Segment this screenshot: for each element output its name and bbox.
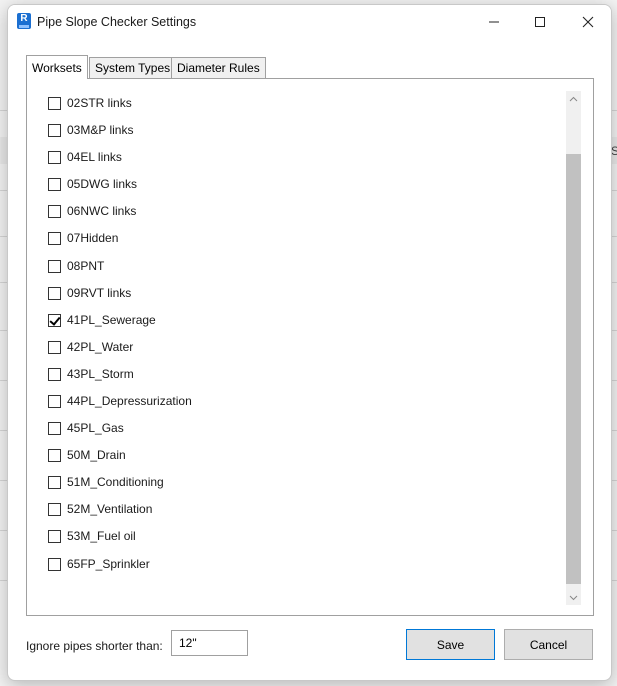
- close-button[interactable]: [565, 5, 611, 39]
- workset-item[interactable]: 43PL_Storm: [48, 364, 134, 384]
- maximize-icon: [535, 17, 545, 27]
- workset-item[interactable]: 05DWG links: [48, 174, 137, 194]
- chevron-down-icon: [569, 595, 578, 600]
- chevron-up-icon: [569, 96, 578, 101]
- ignore-pipes-label: Ignore pipes shorter than:: [26, 639, 163, 653]
- app-icon-letter: R: [20, 13, 28, 24]
- workset-item[interactable]: 07Hidden: [48, 228, 118, 248]
- save-button[interactable]: Save: [406, 629, 495, 660]
- workset-checkbox[interactable]: [48, 150, 61, 164]
- worksets-panel: 02STR links 03M&P links 04EL links 05DWG…: [26, 78, 594, 616]
- workset-item[interactable]: 50M_Drain: [48, 445, 126, 465]
- workset-item[interactable]: 04EL links: [48, 147, 122, 167]
- workset-item[interactable]: 45PL_Gas: [48, 418, 124, 438]
- workset-item[interactable]: 41PL_Sewerage: [48, 310, 156, 330]
- workset-item[interactable]: 03M&P links: [48, 120, 133, 140]
- workset-checkbox[interactable]: [48, 367, 61, 381]
- workset-item[interactable]: 06NWC links: [48, 201, 136, 221]
- workset-checkbox[interactable]: [48, 204, 61, 218]
- workset-item[interactable]: 09RVT links: [48, 283, 131, 303]
- workset-label: 50M_Drain: [67, 448, 126, 462]
- workset-checkbox[interactable]: [48, 286, 61, 300]
- maximize-button[interactable]: [517, 5, 563, 39]
- cancel-button[interactable]: Cancel: [504, 629, 593, 660]
- workset-label: 44PL_Depressurization: [67, 394, 192, 408]
- workset-checkbox[interactable]: [48, 448, 61, 462]
- workset-checkbox[interactable]: [48, 259, 61, 273]
- workset-item[interactable]: 42PL_Water: [48, 337, 133, 357]
- workset-label: 09RVT links: [67, 286, 132, 300]
- workset-label: 43PL_Storm: [67, 367, 134, 381]
- minimize-icon: [489, 21, 499, 23]
- workset-checkbox[interactable]: [48, 313, 61, 327]
- revit-app-icon: R: [17, 13, 31, 29]
- workset-item[interactable]: 53M_Fuel oil: [48, 526, 136, 546]
- vertical-scrollbar[interactable]: [566, 91, 581, 605]
- tab-diameter-rules[interactable]: Diameter Rules: [171, 57, 266, 78]
- workset-label: 07Hidden: [67, 231, 119, 245]
- workset-label: 42PL_Water: [67, 340, 134, 354]
- workset-label: 03M&P links: [67, 123, 134, 137]
- workset-checkbox[interactable]: [48, 123, 61, 137]
- workset-checkbox[interactable]: [48, 340, 61, 354]
- workset-label: 08PNT: [67, 259, 105, 273]
- workset-label: 51M_Conditioning: [67, 475, 164, 489]
- scroll-up-button[interactable]: [566, 91, 581, 106]
- min-pipe-length-input[interactable]: [171, 630, 248, 656]
- workset-checkbox[interactable]: [48, 475, 61, 489]
- workset-item[interactable]: 08PNT: [48, 256, 104, 276]
- scroll-thumb[interactable]: [566, 154, 581, 584]
- workset-checkbox[interactable]: [48, 394, 61, 408]
- workset-label: 41PL_Sewerage: [67, 313, 156, 327]
- title-bar[interactable]: R Pipe Slope Checker Settings: [8, 5, 611, 39]
- workset-checkbox[interactable]: [48, 421, 61, 435]
- workset-label: 05DWG links: [67, 177, 138, 191]
- window-title: Pipe Slope Checker Settings: [37, 15, 197, 29]
- workset-item[interactable]: 52M_Ventilation: [48, 499, 152, 519]
- close-icon: [582, 16, 594, 28]
- workset-item[interactable]: 65FP_Sprinkler: [48, 554, 150, 574]
- workset-label: 65FP_Sprinkler: [67, 557, 150, 571]
- tab-system-types[interactable]: System Types: [89, 57, 177, 78]
- workset-checkbox[interactable]: [48, 529, 61, 543]
- app-icon-underline: [19, 25, 29, 28]
- workset-label: 04EL links: [67, 150, 122, 164]
- minimize-button[interactable]: [471, 5, 517, 39]
- workset-label: 45PL_Gas: [67, 421, 124, 435]
- workset-checkbox[interactable]: [48, 96, 61, 110]
- workset-checkbox[interactable]: [48, 557, 61, 571]
- workset-checkbox[interactable]: [48, 177, 61, 191]
- workset-label: 06NWC links: [67, 204, 137, 218]
- workset-item[interactable]: 51M_Conditioning: [48, 472, 164, 492]
- workset-label: 52M_Ventilation: [67, 502, 153, 516]
- tab-worksets[interactable]: Worksets: [26, 55, 88, 79]
- workset-item[interactable]: 44PL_Depressurization: [48, 391, 192, 411]
- workset-checkbox[interactable]: [48, 231, 61, 245]
- workset-item[interactable]: 02STR links: [48, 93, 132, 113]
- scroll-down-button[interactable]: [566, 590, 581, 605]
- settings-dialog: R Pipe Slope Checker Settings Worksets S…: [7, 4, 612, 681]
- workset-label: 02STR links: [67, 96, 132, 110]
- workset-checkbox[interactable]: [48, 502, 61, 516]
- workset-label: 53M_Fuel oil: [67, 529, 136, 543]
